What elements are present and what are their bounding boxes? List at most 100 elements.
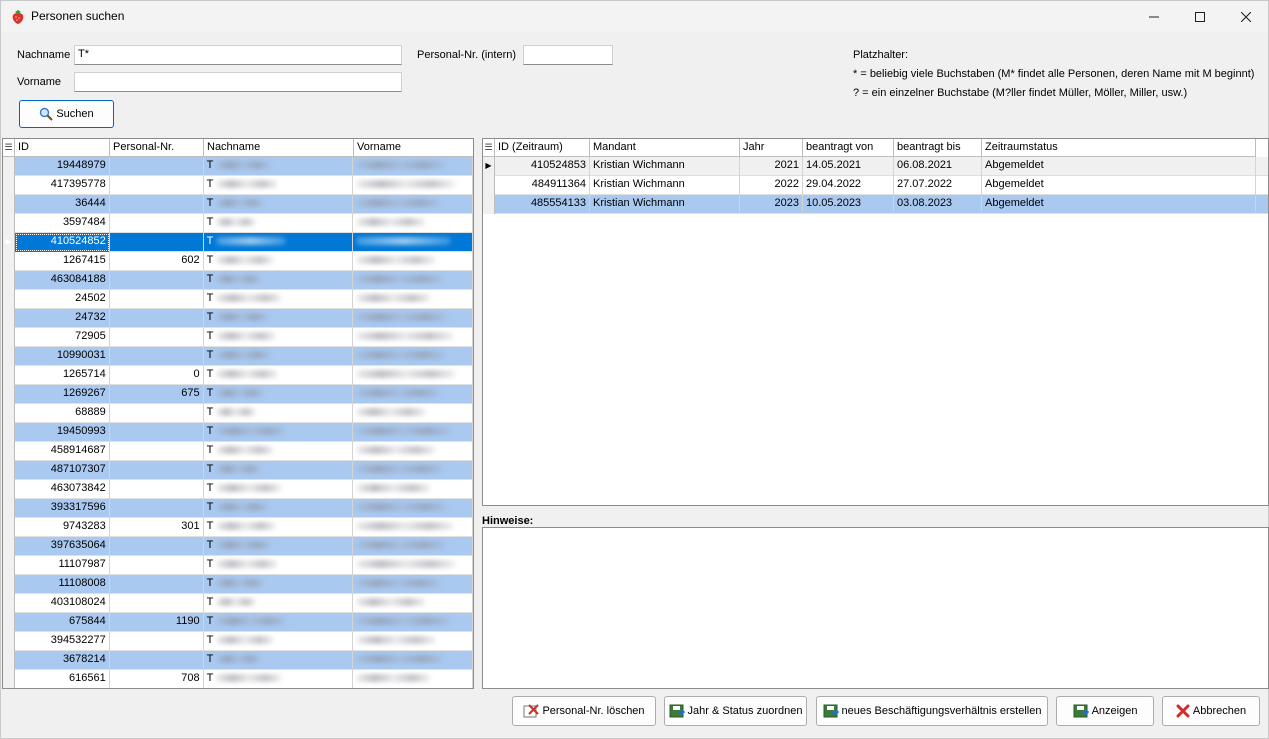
col-header-mandant[interactable]: Mandant bbox=[590, 139, 740, 157]
table-row[interactable]: 72905 T bbox=[3, 328, 473, 347]
delete-pnr-button[interactable]: Personal-Nr. löschen bbox=[512, 696, 656, 726]
table-row[interactable]: 675844 1190 T bbox=[3, 613, 473, 632]
table-row[interactable]: 393317596 T bbox=[3, 499, 473, 518]
table-row[interactable]: 487107307 T bbox=[3, 461, 473, 480]
col-header-vorname[interactable]: Vorname bbox=[354, 139, 473, 157]
table-row[interactable]: 19448979 T bbox=[3, 157, 473, 176]
table-row[interactable]: 24732 T bbox=[3, 309, 473, 328]
row-indicator[interactable] bbox=[3, 309, 15, 328]
col-header-jahr[interactable]: Jahr bbox=[740, 139, 803, 157]
table-row[interactable]: 484911364 Kristian Wichmann 2022 29.04.2022… bbox=[483, 176, 1268, 195]
table-row[interactable]: 11108008 T bbox=[3, 575, 473, 594]
row-indicator[interactable] bbox=[3, 461, 15, 480]
row-indicator[interactable] bbox=[3, 195, 15, 214]
table-row[interactable]: 1267415 602 T bbox=[3, 252, 473, 271]
show-button[interactable]: Anzeigen bbox=[1056, 696, 1154, 726]
minimize-button[interactable] bbox=[1131, 1, 1177, 32]
table-row[interactable]: 9743283 301 T bbox=[3, 518, 473, 537]
maximize-button[interactable] bbox=[1177, 1, 1223, 32]
nachname-text: T bbox=[206, 406, 214, 418]
row-indicator[interactable] bbox=[3, 176, 15, 195]
table-row[interactable]: 36444 T bbox=[3, 195, 473, 214]
table-row[interactable]: 1265714 0 T bbox=[3, 366, 473, 385]
table-row[interactable]: 3678214 T bbox=[3, 651, 473, 670]
cell-personal-nr bbox=[110, 404, 204, 423]
row-indicator[interactable] bbox=[3, 271, 15, 290]
table-row[interactable]: 24502 T bbox=[3, 290, 473, 309]
table-row[interactable]: 403108024 T bbox=[3, 594, 473, 613]
table-row[interactable]: 3597484 T bbox=[3, 214, 473, 233]
row-indicator[interactable] bbox=[3, 157, 15, 176]
table-row[interactable]: 394532277 T bbox=[3, 632, 473, 651]
row-indicator[interactable] bbox=[3, 480, 15, 499]
cell-nachname: T bbox=[204, 613, 354, 632]
table-row[interactable]: ▶ 410524853 Kristian Wichmann 2021 14.05.202… bbox=[483, 157, 1268, 176]
nachname-input[interactable]: T* bbox=[74, 45, 402, 65]
row-indicator[interactable] bbox=[483, 195, 495, 214]
new-employment-button[interactable]: neues Beschäftigungsverhältnis erstellen bbox=[816, 696, 1048, 726]
row-indicator[interactable] bbox=[3, 537, 15, 556]
table-row[interactable]: 485554133 Kristian Wichmann 2023 10.05.2023… bbox=[483, 195, 1268, 214]
col-header-zeitraumstatus[interactable]: Zeitraumstatus bbox=[982, 139, 1256, 157]
row-indicator[interactable] bbox=[3, 556, 15, 575]
row-indicator[interactable] bbox=[3, 214, 15, 233]
row-indicator[interactable] bbox=[3, 632, 15, 651]
cell-vorname bbox=[353, 632, 473, 651]
row-indicator[interactable] bbox=[3, 594, 15, 613]
col-header-beantragt-bis[interactable]: beantragt bis bbox=[894, 139, 982, 157]
redacted-blur bbox=[216, 199, 265, 208]
assign-year-button[interactable]: Jahr & Status zuordnen bbox=[664, 696, 807, 726]
grid-menu-icon[interactable]: ☰ bbox=[3, 139, 15, 157]
row-indicator[interactable] bbox=[483, 176, 495, 195]
row-indicator[interactable] bbox=[3, 670, 15, 688]
table-row[interactable]: 10990031 T bbox=[3, 347, 473, 366]
col-header-personal-nr[interactable]: Personal-Nr. bbox=[110, 139, 204, 157]
table-row[interactable]: 1269267 675 T bbox=[3, 385, 473, 404]
table-row[interactable]: 68889 T bbox=[3, 404, 473, 423]
vorname-input[interactable] bbox=[74, 72, 402, 92]
cancel-button[interactable]: Abbrechen bbox=[1162, 696, 1260, 726]
row-indicator[interactable] bbox=[3, 651, 15, 670]
table-row[interactable]: 458914687 T bbox=[3, 442, 473, 461]
row-indicator[interactable] bbox=[3, 347, 15, 366]
nachname-text: T bbox=[206, 368, 214, 380]
row-indicator[interactable] bbox=[3, 290, 15, 309]
search-button[interactable]: Suchen bbox=[19, 100, 114, 128]
redacted-blur bbox=[216, 180, 279, 189]
row-indicator[interactable]: ▶ bbox=[483, 157, 495, 176]
col-header-id-zeitraum[interactable]: ID (Zeitraum) bbox=[495, 139, 590, 157]
row-indicator[interactable] bbox=[3, 252, 15, 271]
table-row[interactable]: 11107987 T bbox=[3, 556, 473, 575]
table-row[interactable]: 417395778 T bbox=[3, 176, 473, 195]
table-row[interactable]: 19450993 T bbox=[3, 423, 473, 442]
close-button[interactable] bbox=[1223, 1, 1269, 32]
hinweise-textarea[interactable] bbox=[482, 527, 1269, 689]
cell-id: 36444 bbox=[15, 195, 110, 214]
personal-nr-input[interactable] bbox=[523, 45, 613, 65]
row-indicator[interactable] bbox=[3, 499, 15, 518]
row-indicator[interactable]: ▶ bbox=[3, 233, 15, 252]
row-indicator[interactable] bbox=[3, 385, 15, 404]
col-header-nachname[interactable]: Nachname bbox=[204, 139, 354, 157]
row-indicator[interactable] bbox=[3, 442, 15, 461]
table-row[interactable]: 463073842 T bbox=[3, 480, 473, 499]
row-indicator[interactable] bbox=[3, 404, 15, 423]
row-indicator[interactable] bbox=[3, 328, 15, 347]
table-row[interactable]: ▶ 410524852 T bbox=[3, 233, 473, 252]
table-row[interactable]: 397635064 T bbox=[3, 537, 473, 556]
table-row[interactable]: 616561 708 T bbox=[3, 670, 473, 688]
cell-vorname bbox=[353, 347, 473, 366]
periods-grid[interactable]: ☰ ID (Zeitraum) Mandant Jahr beantragt v… bbox=[482, 138, 1269, 506]
table-row[interactable]: 463084188 T bbox=[3, 271, 473, 290]
row-indicator[interactable] bbox=[3, 423, 15, 442]
grid-menu-icon[interactable]: ☰ bbox=[483, 139, 495, 157]
row-indicator[interactable] bbox=[3, 518, 15, 537]
cell-personal-nr bbox=[110, 556, 204, 575]
row-indicator[interactable] bbox=[3, 575, 15, 594]
row-indicator[interactable] bbox=[3, 366, 15, 385]
row-indicator[interactable] bbox=[3, 613, 15, 632]
redacted-blur bbox=[356, 161, 447, 170]
col-header-id[interactable]: ID bbox=[15, 139, 110, 157]
col-header-beantragt-von[interactable]: beantragt von bbox=[803, 139, 894, 157]
persons-grid[interactable]: ☰ ID Personal-Nr. Nachname Vorname 19448… bbox=[2, 138, 474, 689]
